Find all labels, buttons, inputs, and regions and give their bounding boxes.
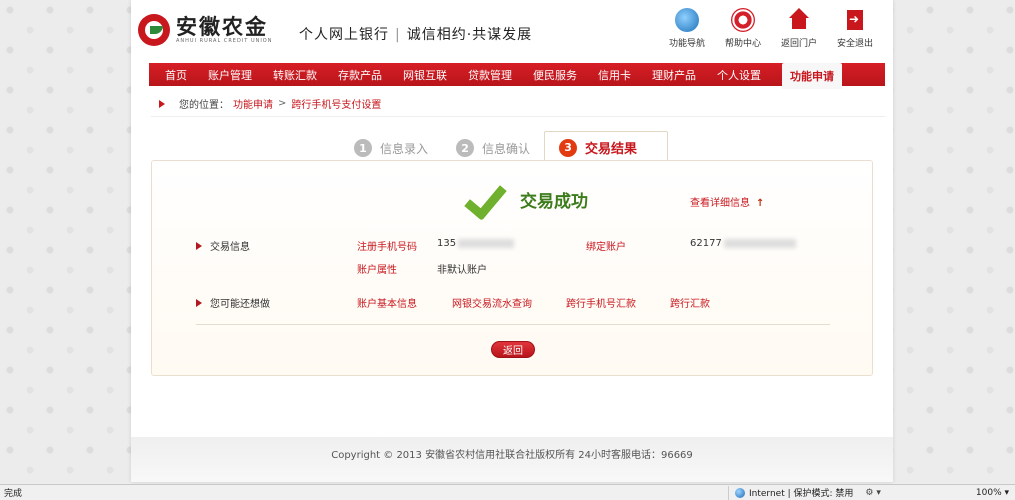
breadcrumb-label: 您的位置：	[179, 100, 229, 111]
nav-settings[interactable]: 个人设置	[717, 67, 761, 83]
exit-icon	[843, 8, 867, 32]
slogan-main: 个人网上银行	[299, 27, 389, 43]
account-value: 62177	[690, 238, 796, 249]
logo-text: 安徽农金 ANHUI RURAL CREDIT UNION	[176, 16, 273, 44]
copyright: Copyright © 2013 安徽省农村信用社联合社版权所有 24小时客服电…	[331, 450, 693, 461]
account-label: 绑定账户	[586, 242, 626, 253]
account-info-link[interactable]: 账户基本信息	[357, 295, 417, 310]
view-details-link[interactable]: 查看详细信息 ↑	[690, 194, 764, 209]
breadcrumb-divider	[151, 116, 885, 117]
masked-phone	[458, 238, 515, 248]
return-portal-link[interactable]: 返回门户	[771, 8, 827, 49]
nav-home[interactable]: 首页	[165, 67, 187, 83]
account-attr-value: 非默认账户	[437, 265, 487, 276]
logout-link[interactable]: 安全退出	[827, 8, 883, 49]
breadcrumb-arrow-icon	[159, 99, 165, 108]
step-2-number: 2	[456, 139, 475, 157]
tools-dropdown[interactable]: ⚙ ▾	[859, 488, 886, 498]
function-nav-label: 功能导航	[668, 39, 705, 49]
step-1-label: 信息录入	[380, 141, 429, 156]
slogan-sub: 诚信相约·共谋发展	[406, 27, 533, 43]
interbank-remit-link[interactable]: 跨行汇款	[670, 295, 710, 310]
breadcrumb-function-apply[interactable]: 功能申请	[233, 96, 273, 111]
browser-statusbar: 完成 Internet | 保护模式: 禁用 ⚙ ▾ 100% ▾	[0, 484, 1015, 500]
section-arrow-icon	[196, 298, 202, 307]
phone-value: 135	[437, 238, 515, 249]
phone-label: 注册手机号码	[357, 242, 417, 253]
step-1-number: 1	[354, 139, 372, 157]
nav-wealth[interactable]: 理财产品	[652, 67, 696, 83]
breadcrumb-separator: >	[278, 98, 287, 109]
transaction-info-title: 交易信息	[196, 238, 250, 253]
slogan-separator: |	[395, 27, 401, 43]
suggestions-label: 您可能还想做	[210, 299, 270, 310]
help-center-link[interactable]: 帮助中心	[715, 8, 771, 49]
arrow-up-icon: ↑	[756, 198, 765, 209]
main-nav: 首页 账户管理 转账汇款 存款产品 网银互联 贷款管理 便民服务 信用卡 理财产…	[149, 62, 885, 89]
function-nav-link[interactable]: 功能导航	[659, 8, 715, 49]
status-text: 完成	[4, 489, 23, 499]
step-3: 3 交易结果	[544, 131, 669, 163]
phone-value-text: 135	[437, 238, 457, 249]
masked-account	[723, 238, 796, 248]
nav-credit-card[interactable]: 信用卡	[598, 67, 631, 83]
nav-services[interactable]: 便民服务	[533, 67, 577, 83]
nav-deposit[interactable]: 存款产品	[338, 67, 382, 83]
checkmark-icon	[468, 179, 508, 219]
security-zone[interactable]: Internet | 保护模式: 禁用	[728, 485, 859, 500]
transaction-info-label: 交易信息	[210, 242, 250, 253]
view-details-label: 查看详细信息	[690, 198, 750, 209]
globe-icon	[675, 8, 699, 32]
logo-cn: 安徽农金	[176, 15, 268, 39]
return-button[interactable]: 返回	[491, 341, 535, 358]
breadcrumb-current: 跨行手机号支付设置	[291, 100, 382, 111]
security-zone-label: Internet | 保护模式: 禁用	[749, 489, 854, 499]
top-links: 功能导航 帮助中心 返回门户 安全退出	[659, 8, 883, 49]
step-2-label: 信息确认	[482, 141, 531, 156]
slogan: 个人网上银行 | 诚信相约·共谋发展	[299, 24, 532, 44]
nav-account[interactable]: 账户管理	[208, 67, 252, 83]
step-3-label: 交易结果	[585, 142, 638, 157]
result-panel: 交易成功 查看详细信息 ↑ 交易信息 注册手机号码 135 绑定账户 62177 …	[151, 160, 873, 376]
bank-logo[interactable]: 安徽农金 ANHUI RURAL CREDIT UNION	[138, 14, 273, 46]
transaction-query-link[interactable]: 网银交易流水查询	[452, 295, 532, 310]
help-center-label: 帮助中心	[724, 39, 761, 49]
breadcrumb: 您的位置： 功能申请 > 跨行手机号支付设置	[159, 96, 381, 111]
success-text: 交易成功	[520, 191, 588, 212]
home-icon	[787, 8, 811, 32]
account-attr-label: 账户属性	[357, 265, 397, 276]
return-portal-label: 返回门户	[780, 39, 817, 49]
step-1: 1 信息录入	[340, 133, 442, 163]
nav-function-apply[interactable]: 功能申请	[782, 62, 842, 89]
step-indicator: 1 信息录入 2 信息确认 3 交易结果	[340, 131, 669, 163]
zoom-control[interactable]: 100% ▾	[976, 488, 1015, 498]
logout-label: 安全退出	[836, 39, 873, 49]
suggestions-title: 您可能还想做	[196, 295, 270, 310]
success-banner: 交易成功	[468, 179, 588, 219]
nav-loan[interactable]: 贷款管理	[468, 67, 512, 83]
logo-mark-icon	[138, 14, 170, 46]
content-divider	[196, 324, 830, 325]
lifebuoy-icon	[731, 8, 755, 32]
nav-interbank[interactable]: 网银互联	[403, 67, 447, 83]
logo-en: ANHUI RURAL CREDIT UNION	[176, 38, 273, 44]
step-2: 2 信息确认	[442, 133, 544, 163]
nav-transfer[interactable]: 转账汇款	[273, 67, 317, 83]
globe-icon	[735, 487, 745, 498]
section-arrow-icon	[196, 241, 202, 250]
page-container: 安徽农金 ANHUI RURAL CREDIT UNION 个人网上银行 | 诚信相…	[131, 0, 893, 482]
step-3-number: 3	[559, 138, 578, 157]
phone-remit-link[interactable]: 跨行手机号汇款	[566, 295, 636, 310]
account-value-text: 62177	[690, 238, 722, 249]
